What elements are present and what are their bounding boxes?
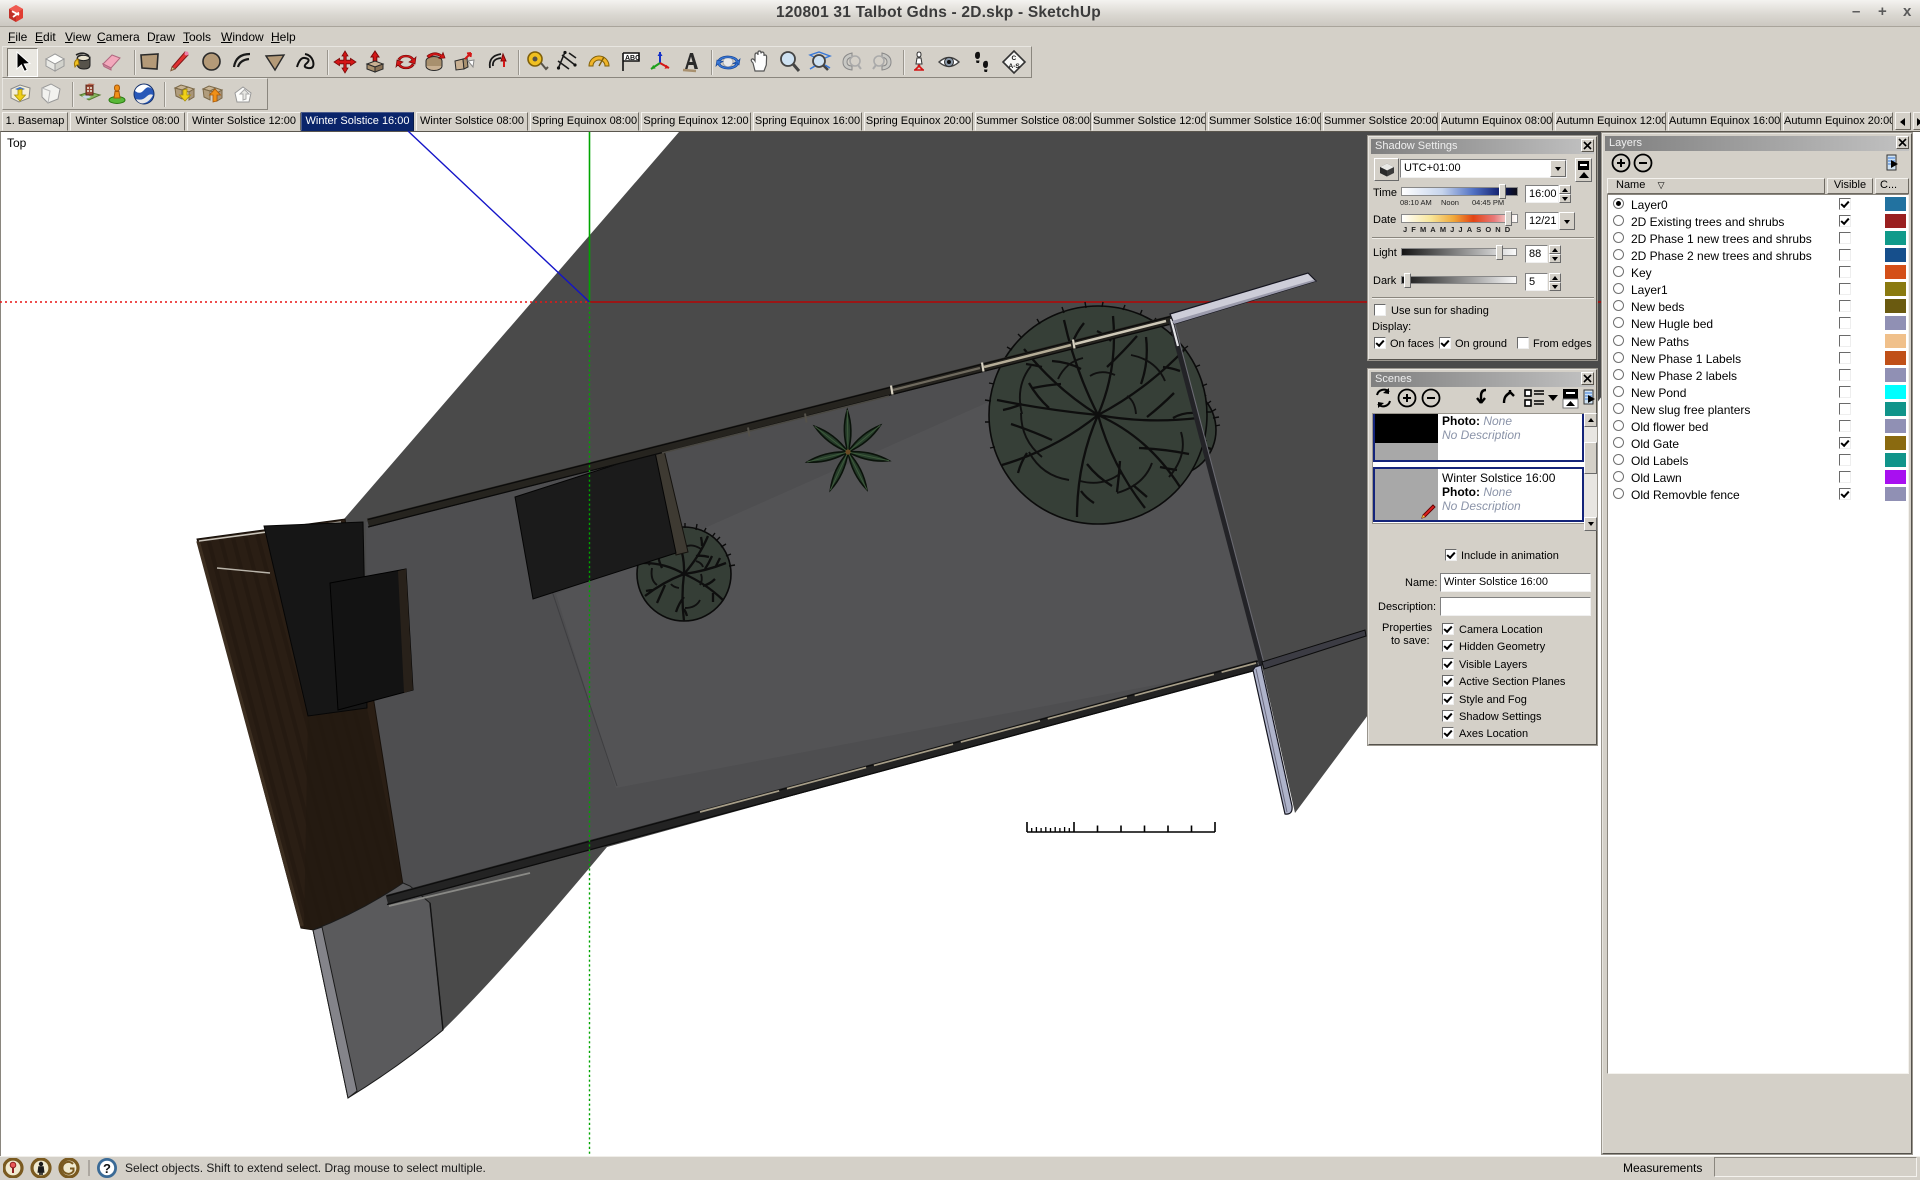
svg-text:?: ? [103, 1161, 111, 1176]
svg-text:A-S: A-S [1009, 63, 1021, 70]
svg-text:C: C [1012, 55, 1017, 62]
svg-text:ABC: ABC [625, 55, 640, 62]
